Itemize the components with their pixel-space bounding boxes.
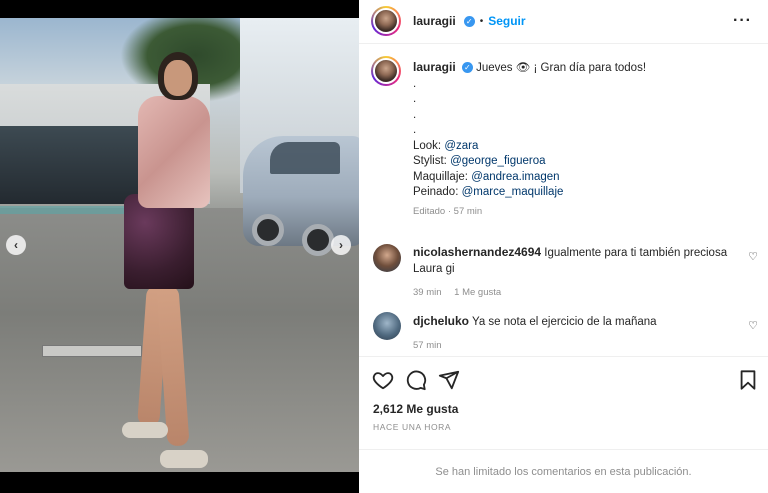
chevron-right-icon: ›: [339, 238, 343, 252]
likes-count[interactable]: 2,612 Me gusta: [373, 402, 458, 416]
author-username[interactable]: lauragii: [413, 14, 456, 28]
save-button[interactable]: [737, 369, 759, 391]
post-media: ‹ ›: [0, 0, 359, 493]
comment-time: 57 min: [413, 340, 442, 351]
chevron-left-icon: ‹: [14, 238, 18, 252]
person-shoe: [160, 450, 208, 468]
caption-avatar[interactable]: [371, 56, 401, 86]
look-label: Look:: [413, 139, 442, 152]
car-wheel: [252, 214, 284, 246]
separator-dot: •: [479, 15, 484, 27]
person-shoe: [122, 422, 168, 438]
caption: lauragii ✓ Jueves 👁 ¡ Gran día para todo…: [413, 60, 753, 219]
stylist-mention[interactable]: @george_figueroa: [450, 155, 545, 167]
commenter-avatar[interactable]: [373, 244, 401, 272]
heart-icon: ♡: [748, 251, 758, 263]
comment-icon: [406, 370, 427, 391]
comments-limited-notice: Se han limitado los comentarios en esta …: [359, 449, 768, 493]
post-photo[interactable]: [0, 18, 359, 472]
author-avatar[interactable]: [371, 6, 401, 36]
heart-icon: ♡: [748, 320, 758, 332]
hair-mention[interactable]: @marce_maquillaje: [462, 186, 564, 198]
post-time: HACE UNA HORA: [373, 422, 452, 432]
like-button[interactable]: [372, 369, 394, 391]
hair-label: Peinado:: [413, 186, 459, 198]
share-button[interactable]: [438, 369, 460, 391]
commenter-avatar[interactable]: [373, 312, 401, 340]
caption-dot: .: [413, 108, 417, 121]
car-wheel: [302, 224, 334, 256]
makeup-label: Maquillaje:: [413, 170, 468, 183]
verified-icon: ✓: [461, 62, 473, 74]
caption-text: Jueves 👁 ¡ Gran día para todos!: [476, 62, 647, 74]
more-options-button[interactable]: ···: [733, 12, 752, 30]
bookmark-icon: [740, 370, 756, 390]
comment-item: djcheluko Ya se nota el ejercicio de la …: [413, 313, 733, 354]
post-header: lauragii ✓ • Seguir ···: [359, 0, 768, 44]
comment-item: nicolashernandez4694 Igualmente para ti …: [413, 244, 733, 301]
comment-button[interactable]: [405, 369, 427, 391]
next-slide-button[interactable]: ›: [331, 235, 351, 255]
comment-text: Ya se nota el ejercicio de la mañana: [472, 316, 657, 328]
comments-limited-text: Se han limitado los comentarios en esta …: [435, 465, 692, 478]
comment-username[interactable]: djcheluko: [413, 314, 469, 328]
share-icon: [438, 370, 460, 390]
look-mention[interactable]: @zara: [444, 140, 478, 152]
drain-grate: [42, 345, 142, 357]
car-window: [270, 142, 340, 174]
like-comment-button[interactable]: ♡: [748, 250, 758, 263]
caption-dot: .: [413, 124, 417, 136]
caption-dot: .: [413, 93, 417, 105]
stylist-label: Stylist:: [413, 155, 447, 167]
post-panel: lauragii ✓ • Seguir ··· lauragii ✓ Jueve…: [359, 0, 768, 493]
caption-username[interactable]: lauragii: [413, 60, 456, 74]
person-skirt: [124, 194, 194, 289]
caption-dot: .: [413, 77, 417, 90]
edited-timestamp: Editado · 57 min: [413, 205, 483, 217]
comment-username[interactable]: nicolashernandez4694: [413, 245, 541, 259]
comment-likes[interactable]: 1 Me gusta: [454, 287, 501, 298]
comment-time: 39 min: [413, 287, 442, 298]
verified-icon: ✓: [463, 15, 475, 27]
person-face: [164, 60, 192, 96]
follow-button[interactable]: Seguir: [488, 14, 525, 28]
makeup-mention[interactable]: @andrea.imagen: [471, 171, 559, 183]
previous-slide-button[interactable]: ‹: [6, 235, 26, 255]
person-blouse: [138, 96, 210, 208]
action-bar: [359, 356, 768, 391]
like-comment-button[interactable]: ♡: [748, 319, 758, 332]
more-icon: ···: [733, 12, 752, 29]
heart-icon: [372, 372, 394, 390]
